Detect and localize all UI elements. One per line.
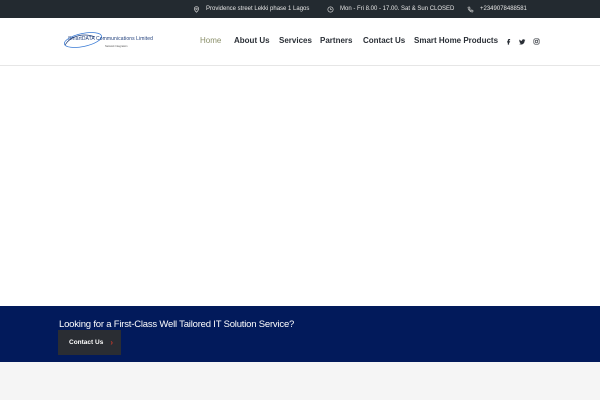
phone-icon <box>467 6 474 12</box>
phone-info[interactable]: +2349078488581 <box>467 0 527 18</box>
site-header: SmartDATA Communications Limited Network… <box>0 18 600 66</box>
nav-item-home[interactable]: Home <box>200 36 221 45</box>
nav-item-partners[interactable]: Partners <box>320 36 352 45</box>
instagram-icon[interactable] <box>532 36 541 46</box>
address-text: Providence street Lekki phase 1 Lagos <box>206 6 310 12</box>
logo-swoosh-icon <box>63 32 103 48</box>
nav-item-about-us[interactable]: About Us <box>234 36 270 45</box>
contact-us-button-label: Contact Us <box>69 339 104 346</box>
address-info: Providence street Lekki phase 1 Lagos <box>193 0 309 18</box>
clock-icon <box>327 5 334 13</box>
footer-strip <box>0 362 600 400</box>
nav-item-services[interactable]: Services <box>279 36 312 45</box>
hero-area <box>0 66 600 306</box>
phone-text: +2349078488581 <box>480 6 527 12</box>
hours-text: Mon - Fri 8.00 - 17.00. Sat & Sun CLOSED <box>340 6 455 12</box>
company-logo[interactable]: SmartDATA Communications Limited Network… <box>61 31 153 53</box>
cta-heading: Looking for a First-Class Well Tailored … <box>59 319 295 330</box>
nav-item-smart-home-products[interactable]: Smart Home Products <box>414 36 498 45</box>
top-info-bar: Providence street Lekki phase 1 Lagos Mo… <box>0 0 600 18</box>
location-pin-icon <box>194 5 199 13</box>
logo-tagline: Network Integration <box>105 45 128 48</box>
chevron-right-icon: › <box>110 337 113 347</box>
nav-item-contact-us[interactable]: Contact Us <box>363 36 405 45</box>
cta-banner: Looking for a First-Class Well Tailored … <box>0 306 600 362</box>
facebook-icon[interactable] <box>504 36 513 46</box>
logo-brand-text: SmartDATA Communications Limited <box>68 36 153 42</box>
contact-us-button[interactable]: Contact Us › <box>58 330 121 355</box>
twitter-icon[interactable] <box>518 36 527 46</box>
hours-info: Mon - Fri 8.00 - 17.00. Sat & Sun CLOSED <box>327 0 454 18</box>
